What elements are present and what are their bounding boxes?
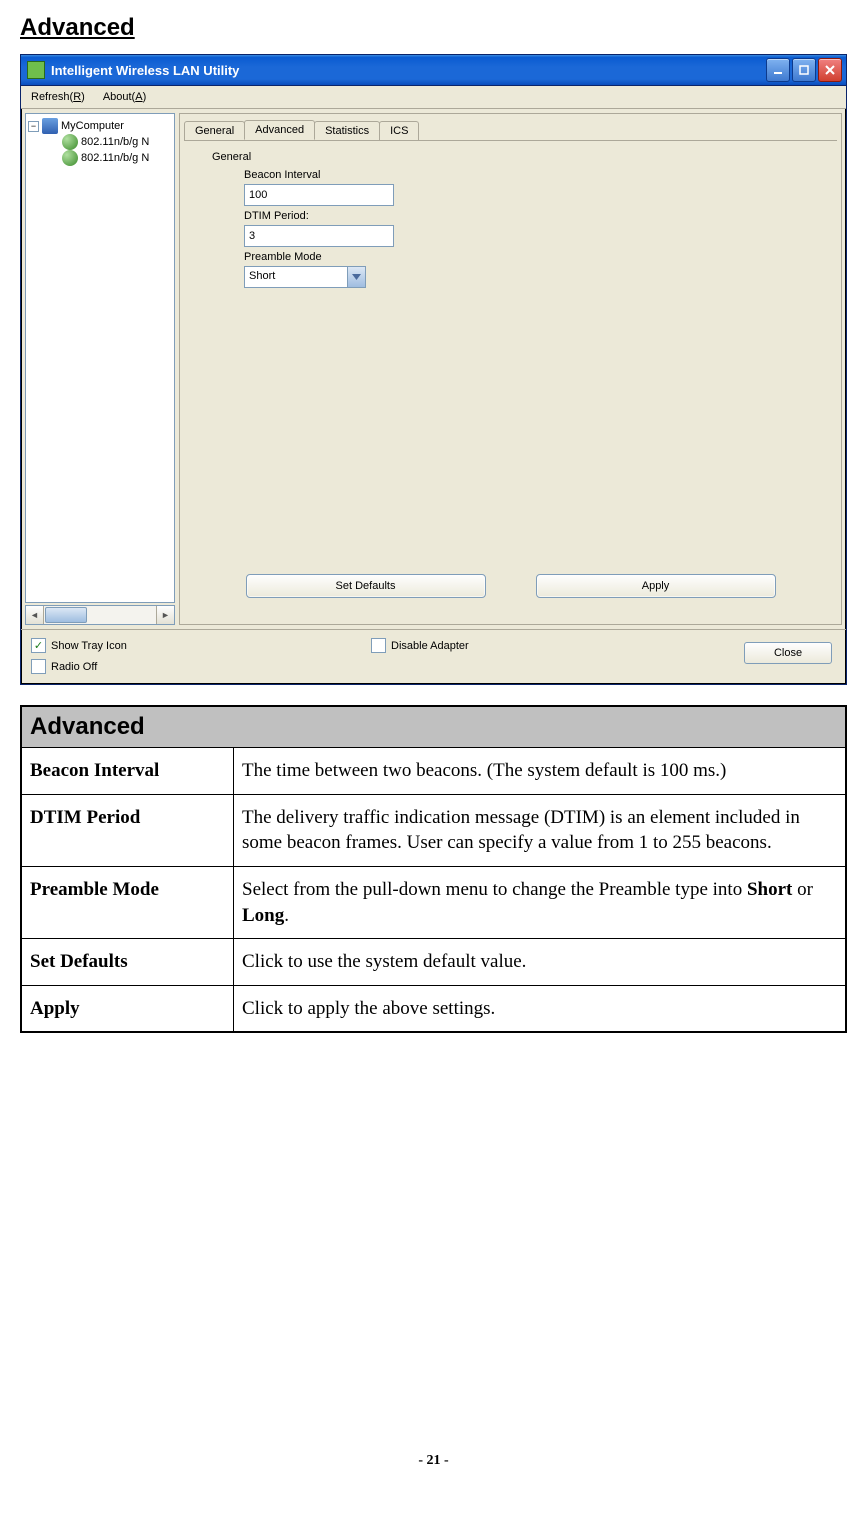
window-title: Intelligent Wireless LAN Utility	[51, 63, 239, 78]
wifi-icon	[62, 150, 78, 166]
computer-icon	[42, 118, 58, 134]
tree-item-label: 802.11n/b/g N	[81, 136, 149, 148]
disable-adapter-label: Disable Adapter	[391, 640, 469, 652]
disable-adapter-checkbox[interactable]: Disable Adapter	[371, 638, 469, 653]
row-key: DTIM Period	[21, 794, 234, 866]
tree-root[interactable]: − MyComputer	[28, 118, 172, 134]
device-tree[interactable]: − MyComputer 802.11n/b/g N 802.11n/b/g N	[25, 113, 175, 603]
page-heading: Advanced	[20, 14, 847, 42]
row-desc: The time between two beacons. (The syste…	[234, 748, 847, 795]
app-icon	[27, 61, 45, 79]
preamble-mode-label: Preamble Mode	[244, 251, 819, 263]
preamble-mode-value: Short	[245, 267, 347, 287]
dtim-period-input[interactable]	[244, 225, 394, 247]
scroll-thumb[interactable]	[45, 607, 87, 623]
row-desc: Click to apply the above settings.	[234, 985, 847, 1032]
chevron-down-icon[interactable]	[347, 267, 365, 287]
show-tray-label: Show Tray Icon	[51, 640, 127, 652]
checkbox-icon	[371, 638, 386, 653]
page-number: - 21 -	[20, 1453, 847, 1469]
show-tray-checkbox[interactable]: Show Tray Icon	[31, 638, 127, 653]
table-row: Apply Click to apply the above settings.	[21, 985, 846, 1032]
group-general-label: General	[212, 151, 819, 163]
table-row: DTIM Period The delivery traffic indicat…	[21, 794, 846, 866]
checkbox-icon	[31, 638, 46, 653]
tab-general[interactable]: General	[184, 121, 245, 141]
row-key: Beacon Interval	[21, 748, 234, 795]
menu-about[interactable]: About(A)	[99, 89, 150, 105]
apply-button[interactable]: Apply	[536, 574, 776, 598]
tree-root-label: MyComputer	[61, 120, 124, 132]
tree-h-scrollbar[interactable]: ◄ ►	[25, 605, 175, 625]
set-defaults-button[interactable]: Set Defaults	[246, 574, 486, 598]
scroll-right-icon[interactable]: ►	[156, 606, 174, 624]
menubar: Refresh(R) About(A)	[21, 86, 846, 109]
close-button[interactable]	[818, 58, 842, 82]
collapse-icon[interactable]: −	[28, 121, 39, 132]
tree-item[interactable]: 802.11n/b/g N	[28, 150, 172, 166]
menu-refresh[interactable]: Refresh(R)	[27, 89, 89, 105]
scroll-left-icon[interactable]: ◄	[26, 606, 44, 624]
tree-item[interactable]: 802.11n/b/g N	[28, 134, 172, 150]
row-key: Apply	[21, 985, 234, 1032]
maximize-button[interactable]	[792, 58, 816, 82]
tab-ics[interactable]: ICS	[379, 121, 419, 141]
tree-item-label: 802.11n/b/g N	[81, 152, 149, 164]
table-header: Advanced	[21, 706, 846, 748]
bottom-bar: Show Tray Icon Radio Off Disable Adapter…	[21, 629, 846, 684]
radio-off-checkbox[interactable]: Radio Off	[31, 659, 127, 674]
minimize-button[interactable]	[766, 58, 790, 82]
checkbox-icon	[31, 659, 46, 674]
tab-panel-advanced: General Beacon Interval DTIM Period: Pre…	[184, 140, 837, 620]
beacon-interval-input[interactable]	[244, 184, 394, 206]
row-key: Preamble Mode	[21, 866, 234, 938]
tree-pane: − MyComputer 802.11n/b/g N 802.11n/b/g N…	[25, 113, 175, 625]
wifi-icon	[62, 134, 78, 150]
tabs: General Advanced Statistics ICS	[180, 114, 841, 140]
main-panel: General Advanced Statistics ICS General …	[179, 113, 842, 625]
dtim-period-label: DTIM Period:	[244, 210, 819, 222]
row-desc: Select from the pull-down menu to change…	[234, 866, 847, 938]
tab-advanced[interactable]: Advanced	[244, 120, 315, 140]
close-app-button[interactable]: Close	[744, 642, 832, 664]
table-row: Set Defaults Click to use the system def…	[21, 939, 846, 986]
app-window: Intelligent Wireless LAN Utility Refresh…	[20, 54, 847, 685]
table-row: Preamble Mode Select from the pull-down …	[21, 866, 846, 938]
tab-statistics[interactable]: Statistics	[314, 121, 380, 141]
advanced-table: Advanced Beacon Interval The time betwee…	[20, 705, 847, 1033]
beacon-interval-label: Beacon Interval	[244, 169, 819, 181]
row-desc: Click to use the system default value.	[234, 939, 847, 986]
row-key: Set Defaults	[21, 939, 234, 986]
radio-off-label: Radio Off	[51, 661, 97, 673]
titlebar[interactable]: Intelligent Wireless LAN Utility	[21, 55, 846, 86]
row-desc: The delivery traffic indication message …	[234, 794, 847, 866]
preamble-mode-select[interactable]: Short	[244, 266, 366, 288]
table-row: Beacon Interval The time between two bea…	[21, 748, 846, 795]
